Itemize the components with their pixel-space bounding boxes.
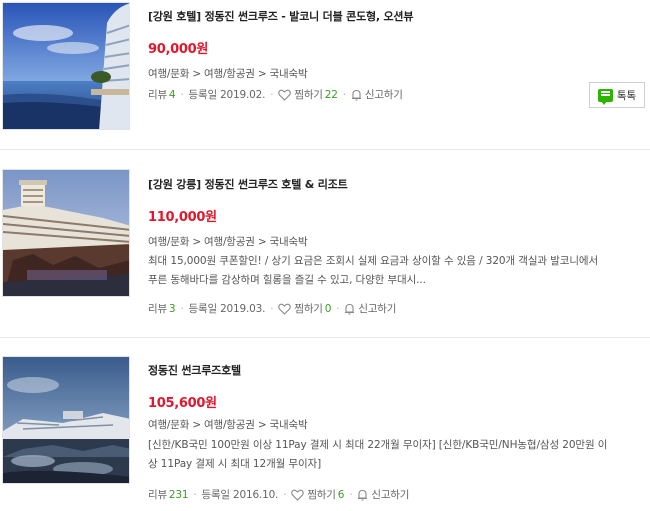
product-list: [강원 호텔] 정동진 썬크루즈 - 발코니 더블 콘도형, 오션뷰 90,00… <box>0 0 650 511</box>
registered-date: 등록일 2019.02. <box>188 89 266 101</box>
product-description: [신한/KB국민 100만원 이상 11Pay 결제 시 최대 22개월 무이자… <box>148 436 646 474</box>
report-button[interactable]: 신고하기 <box>344 301 396 316</box>
wish-count: 6 <box>337 488 345 501</box>
bell-icon <box>358 489 368 501</box>
report-label: 신고하기 <box>364 89 403 101</box>
wish-label: 찜하기 <box>294 303 323 315</box>
wish-button[interactable]: 찜하기 22 <box>278 87 338 102</box>
separator: · <box>180 88 184 101</box>
wish-count: 0 <box>324 302 332 315</box>
heart-icon <box>278 89 292 101</box>
product-thumbnail[interactable] <box>2 356 130 484</box>
product-title[interactable]: 정동진 썬크루즈호텔 <box>148 362 646 378</box>
talk-label: 톡톡 <box>616 89 637 102</box>
separator: · <box>270 88 274 101</box>
registered-date: 등록일 2019.03. <box>188 303 266 315</box>
separator: · <box>336 302 340 315</box>
product-category[interactable]: 여행/문화 > 여행/항공권 > 국내숙박 <box>148 234 646 249</box>
review-count[interactable]: 4 <box>169 89 176 101</box>
separator: · <box>283 488 287 501</box>
list-item: 정동진 썬크루즈호텔 105,600원 여행/문화 > 여행/항공권 > 국내숙… <box>0 338 650 511</box>
description-line: 푸른 동해바다를 감상하며 힐롱을 즐길 수 있고, 다양한 부대시... <box>148 274 426 286</box>
talk-talk-button[interactable]: 톡톡 <box>589 82 645 108</box>
product-meta: 리뷰 3 · 등록일 2019.03. · 찜하기 0 · 신고하기 <box>148 301 646 316</box>
wish-count: 22 <box>324 88 338 101</box>
bell-icon <box>345 303 355 315</box>
separator: · <box>349 488 353 501</box>
separator: · <box>270 302 274 315</box>
review-count[interactable]: 3 <box>169 303 176 315</box>
wish-button[interactable]: 찜하기 6 <box>291 487 344 502</box>
bell-icon <box>351 89 361 101</box>
product-thumbnail[interactable] <box>2 169 130 297</box>
wish-label: 찜하기 <box>294 89 323 101</box>
product-price: 105,600원 <box>148 396 217 411</box>
product-price: 110,000원 <box>148 210 217 225</box>
report-button[interactable]: 신고하기 <box>357 487 409 502</box>
product-description: 최대 15,000원 쿠폰할인! / 상기 요금은 조회시 실제 요금과 상이할… <box>148 252 646 290</box>
review-label[interactable]: 리뷰 <box>148 87 167 102</box>
separator: · <box>180 302 184 315</box>
product-thumbnail[interactable] <box>2 2 130 130</box>
separator: · <box>342 88 346 101</box>
registered-date: 등록일 2016.10. <box>201 489 279 501</box>
product-category[interactable]: 여행/문화 > 여행/항공권 > 국내숙박 <box>148 417 646 432</box>
review-label[interactable]: 리뷰 <box>148 301 167 316</box>
wish-label: 찜하기 <box>307 489 336 501</box>
description-line: [신한/KB국민 100만원 이상 11Pay 결제 시 최대 22개월 무이자… <box>148 439 608 451</box>
talk-icon <box>597 88 613 105</box>
product-meta: 리뷰 231 · 등록일 2016.10. · 찜하기 6 · 신고하기 <box>148 487 646 502</box>
product-title[interactable]: [강원 호텔] 정동진 썬크루즈 - 발코니 더블 콘도형, 오션뷰 <box>148 8 646 24</box>
report-button[interactable]: 신고하기 <box>351 87 403 102</box>
report-label: 신고하기 <box>371 489 410 501</box>
product-price: 90,000원 <box>148 42 209 57</box>
review-count[interactable]: 231 <box>169 489 189 501</box>
description-line: 상 11Pay 결제 시 최대 12개월 무이자] <box>148 458 322 470</box>
list-item: [강원 강릉] 정동진 썬크루즈 호텔 & 리조트 110,000원 여행/문화… <box>0 150 650 335</box>
review-label[interactable]: 리뷰 <box>148 487 167 502</box>
heart-icon <box>291 489 305 501</box>
product-meta: 리뷰 4 · 등록일 2019.02. · 찜하기 22 · 신고하기 <box>148 87 646 102</box>
product-category[interactable]: 여행/문화 > 여행/항공권 > 국내숙박 <box>148 66 646 81</box>
report-label: 신고하기 <box>358 303 397 315</box>
product-title[interactable]: [강원 강릉] 정동진 썬크루즈 호텔 & 리조트 <box>148 176 646 192</box>
wish-button[interactable]: 찜하기 0 <box>278 301 331 316</box>
heart-icon <box>278 303 292 315</box>
separator: · <box>193 488 197 501</box>
description-line: 최대 15,000원 쿠폰할인! / 상기 요금은 조회시 실제 요금과 상이할… <box>148 255 599 267</box>
list-item: [강원 호텔] 정동진 썬크루즈 - 발코니 더블 콘도형, 오션뷰 90,00… <box>0 0 650 140</box>
